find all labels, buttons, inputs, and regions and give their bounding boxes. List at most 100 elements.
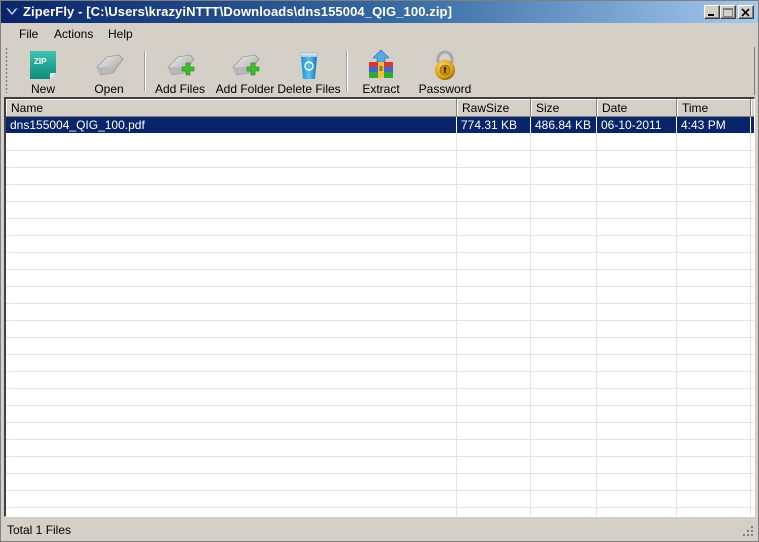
minimize-button[interactable]: [704, 5, 720, 19]
empty-cell: [457, 253, 531, 270]
zip-new-icon: ZIP: [30, 51, 56, 79]
empty-row: [6, 151, 754, 168]
empty-cell: [677, 321, 751, 338]
extract-label: Extract: [362, 82, 400, 96]
empty-cell: [457, 134, 531, 151]
column-header-date[interactable]: Date: [597, 99, 677, 117]
open-label: Open: [94, 82, 124, 96]
title-bar[interactable]: ZiperFly - [C:\Users\krazyiNTTT\Download…: [1, 1, 758, 23]
empty-cell: [457, 304, 531, 321]
empty-cell: [751, 389, 754, 406]
empty-cell: [6, 236, 457, 253]
add-folder-label: Add Folder: [215, 82, 275, 96]
table-row[interactable]: dns155004_QIG_100.pdf 774.31 KB 486.84 K…: [6, 117, 754, 134]
empty-cell: [6, 304, 457, 321]
empty-cell: [531, 304, 597, 321]
empty-cell: [6, 270, 457, 287]
add-files-button[interactable]: Add Files: [151, 47, 209, 96]
column-header-time[interactable]: Time: [677, 99, 751, 117]
toolbar: ZIP New Open Add Files Add Folder Delete…: [1, 45, 758, 97]
add-folder-icon: [232, 54, 260, 76]
open-button[interactable]: Open: [81, 47, 137, 96]
status-bar: Total 1 Files: [1, 519, 758, 541]
empty-cell: [597, 321, 677, 338]
empty-cell: [677, 134, 751, 151]
empty-row: [6, 202, 754, 219]
empty-cell: [531, 321, 597, 338]
add-folder-button[interactable]: Add Folder: [213, 47, 277, 96]
empty-cell: [597, 372, 677, 389]
empty-cell: [457, 202, 531, 219]
empty-row: [6, 219, 754, 236]
empty-cell: [457, 457, 531, 474]
resize-grip-icon[interactable]: [742, 525, 754, 537]
empty-cell: [6, 355, 457, 372]
toolbar-grip[interactable]: [5, 47, 8, 93]
empty-row: [6, 423, 754, 440]
empty-cell: [597, 219, 677, 236]
folder-open-icon: [96, 54, 124, 76]
column-header-name[interactable]: Name: [6, 99, 457, 117]
menu-help[interactable]: Help: [108, 27, 133, 41]
column-header-rawsize[interactable]: RawSize: [457, 99, 531, 117]
empty-row: [6, 321, 754, 338]
empty-cell: [751, 304, 754, 321]
empty-cell: [677, 253, 751, 270]
empty-cell: [531, 491, 597, 508]
empty-cell: [751, 219, 754, 236]
empty-cell: [677, 151, 751, 168]
empty-cell: [531, 287, 597, 304]
empty-cell: [6, 168, 457, 185]
empty-cell: [457, 474, 531, 491]
empty-cell: [531, 202, 597, 219]
empty-cell: [597, 304, 677, 321]
empty-cell: [531, 508, 597, 516]
column-header-filler: [751, 99, 754, 117]
empty-cell: [677, 508, 751, 516]
empty-cell: [751, 134, 754, 151]
close-button[interactable]: [738, 5, 754, 19]
empty-row: [6, 474, 754, 491]
extract-button[interactable]: Extract: [353, 47, 409, 96]
empty-cell: [6, 287, 457, 304]
empty-cell: [6, 508, 457, 516]
empty-cell: [677, 202, 751, 219]
empty-cell: [457, 508, 531, 516]
empty-cell: [6, 491, 457, 508]
empty-cell: [457, 355, 531, 372]
empty-cell: [457, 185, 531, 202]
column-header-size[interactable]: Size: [531, 99, 597, 117]
file-list[interactable]: Name RawSize Size Date Time dns155004_QI…: [4, 97, 755, 517]
empty-cell: [597, 287, 677, 304]
empty-cell: [6, 423, 457, 440]
empty-cell: [751, 185, 754, 202]
empty-cell: [677, 389, 751, 406]
empty-cell: [6, 321, 457, 338]
empty-cell: [531, 338, 597, 355]
empty-row: [6, 168, 754, 185]
toolbar-separator: [144, 51, 146, 91]
empty-cell: [531, 185, 597, 202]
empty-cell: [597, 253, 677, 270]
delete-files-button[interactable]: Delete Files: [277, 47, 341, 96]
empty-cell: [531, 406, 597, 423]
window-title: ZiperFly - [C:\Users\krazyiNTTT\Download…: [23, 4, 453, 19]
empty-cell: [597, 474, 677, 491]
cell-time: 4:43 PM: [677, 117, 751, 134]
empty-cell: [457, 491, 531, 508]
empty-cell: [597, 236, 677, 253]
password-button[interactable]: Password: [415, 47, 475, 96]
empty-cell: [751, 287, 754, 304]
new-button[interactable]: ZIP New: [15, 47, 71, 96]
menu-actions[interactable]: Actions: [54, 27, 93, 41]
empty-cell: [597, 508, 677, 516]
empty-cell: [677, 355, 751, 372]
empty-cell: [751, 355, 754, 372]
add-files-icon: [167, 54, 195, 76]
empty-cell: [6, 202, 457, 219]
empty-cell: [531, 423, 597, 440]
cell-rawsize: 774.31 KB: [457, 117, 531, 134]
empty-cell: [597, 423, 677, 440]
menu-file[interactable]: File: [19, 27, 38, 41]
maximize-button[interactable]: [720, 5, 736, 19]
